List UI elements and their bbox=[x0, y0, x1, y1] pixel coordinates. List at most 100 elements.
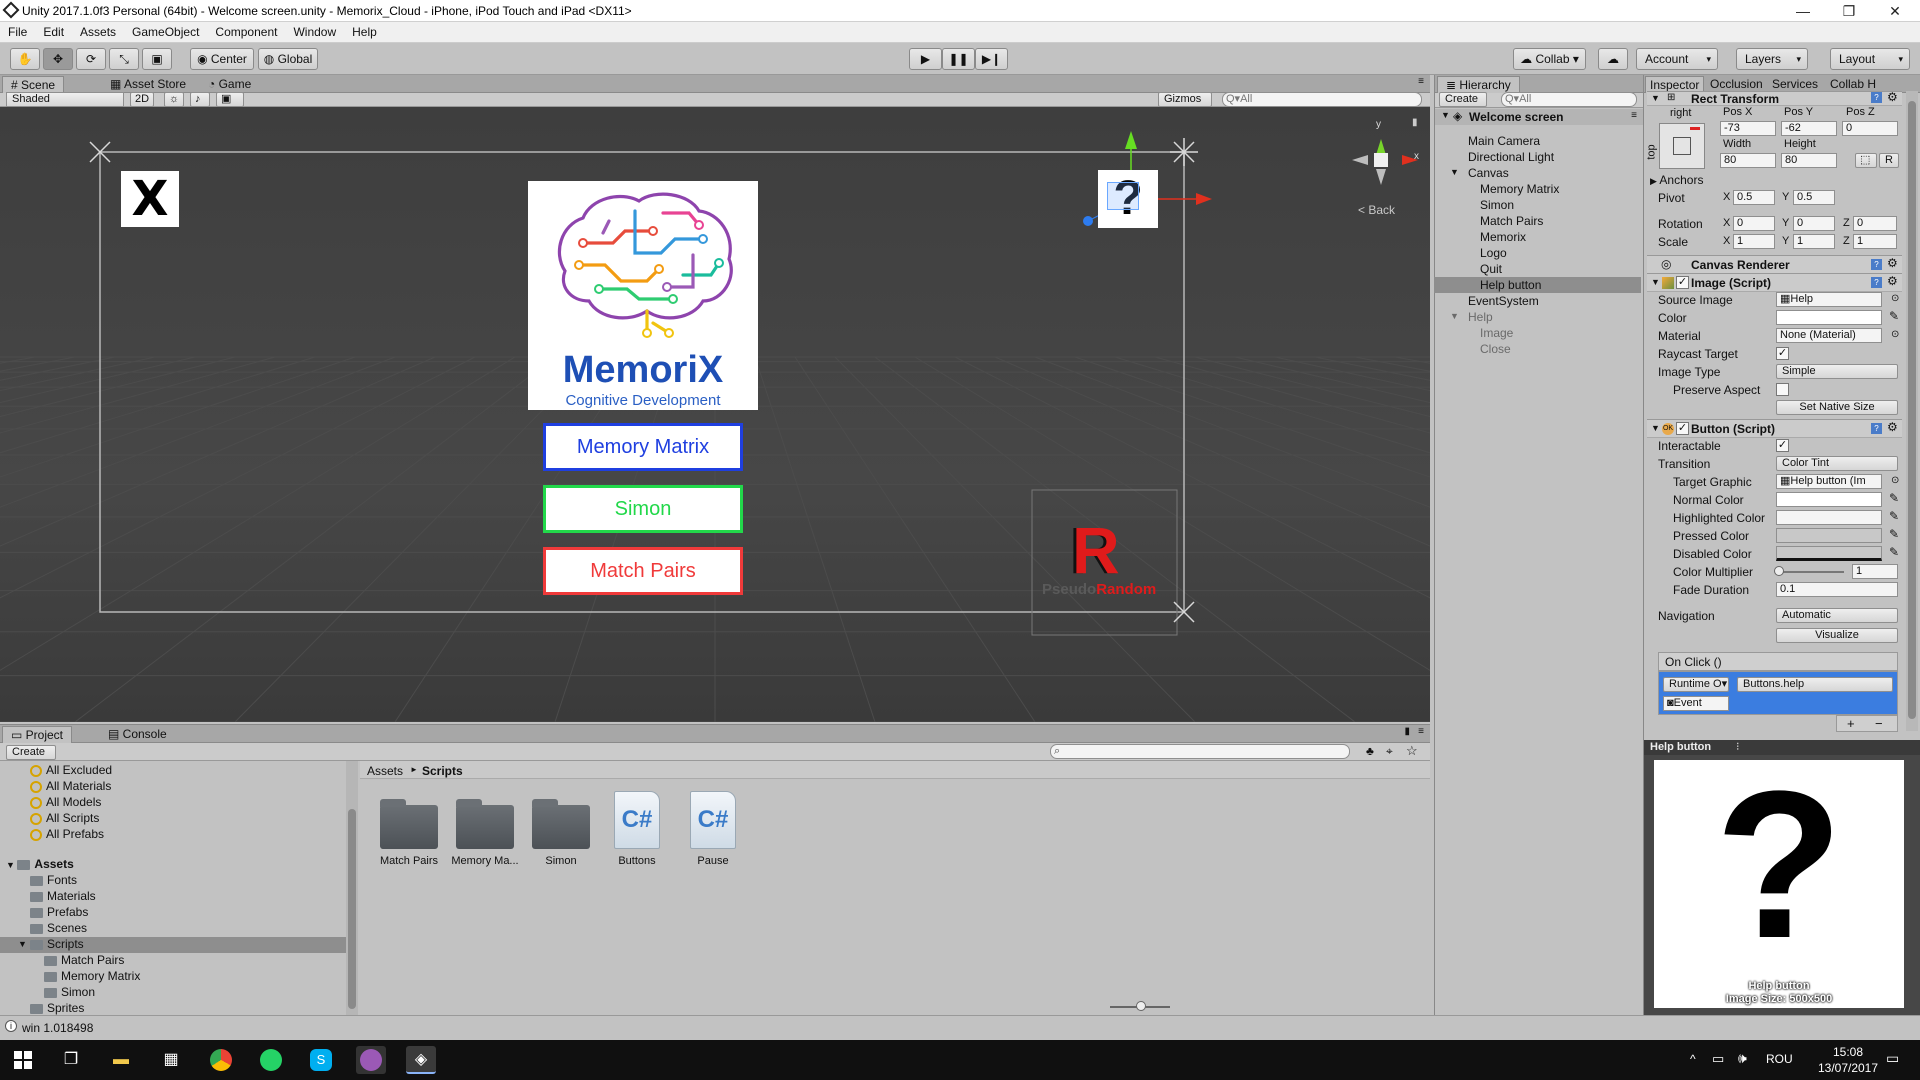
anchor-presets-button[interactable] bbox=[1659, 123, 1705, 169]
notifications-icon[interactable]: ▭ bbox=[1886, 1050, 1899, 1067]
filter-label-icon[interactable]: ⌖ bbox=[1386, 744, 1393, 759]
transition-dropdown[interactable]: Color Tint bbox=[1776, 456, 1898, 471]
back-label[interactable]: < Back bbox=[1358, 203, 1395, 217]
shading-dropdown[interactable]: Shaded bbox=[6, 92, 124, 107]
network-icon[interactable]: ▭ bbox=[1712, 1051, 1724, 1067]
cloud-services-button[interactable]: ☁ bbox=[1598, 48, 1628, 70]
scale-tool-button[interactable]: ⤡ bbox=[109, 48, 139, 70]
hierarchy-item[interactable]: Image bbox=[1434, 325, 1641, 341]
scene-search-input[interactable]: Q▾All bbox=[1222, 92, 1422, 107]
inspector-scrollbar[interactable] bbox=[1906, 91, 1918, 731]
scale-x-field[interactable]: 1 bbox=[1733, 234, 1775, 249]
expand-arrow-icon[interactable]: ▼ bbox=[1441, 110, 1450, 120]
calculator-icon[interactable]: ▦ bbox=[156, 1046, 186, 1074]
hierarchy-item[interactable]: Match Pairs bbox=[1434, 213, 1641, 229]
status-message[interactable]: win 1.018498 bbox=[22, 1021, 93, 1035]
color-swatch[interactable] bbox=[1776, 310, 1882, 325]
pos-y-field[interactable]: -62 bbox=[1781, 121, 1837, 136]
set-native-size-button[interactable]: Set Native Size bbox=[1776, 400, 1898, 415]
rect-tool-button[interactable]: ▣ bbox=[142, 48, 172, 70]
event-object-field[interactable]: ◙Event bbox=[1663, 696, 1729, 711]
tab-game[interactable]: ◔ Game bbox=[200, 76, 259, 93]
project-folder-item[interactable]: Memory Matrix bbox=[0, 969, 346, 985]
remove-event-button[interactable]: − bbox=[1875, 716, 1883, 731]
play-button[interactable]: ▶ bbox=[909, 48, 942, 70]
expand-arrow-icon[interactable]: ▼ bbox=[1450, 311, 1459, 321]
close-window-button[interactable]: ✕ bbox=[1872, 0, 1918, 22]
panel-menu-icon[interactable]: ≡ bbox=[1418, 76, 1424, 87]
tray-chevron-icon[interactable]: ^ bbox=[1690, 1052, 1696, 1066]
slider-thumb[interactable] bbox=[1774, 566, 1784, 576]
raw-edit-button[interactable]: R bbox=[1879, 153, 1899, 168]
hierarchy-item[interactable]: Quit bbox=[1434, 261, 1641, 277]
rect-transform-header[interactable]: ▼ ⊞ Rect Transform ? ⚙ bbox=[1647, 90, 1902, 106]
pivot-x-field[interactable]: 0.5 bbox=[1733, 190, 1775, 205]
scale-y-field[interactable]: 1 bbox=[1793, 234, 1835, 249]
step-button[interactable]: ▶❙ bbox=[975, 48, 1008, 70]
project-folder-item[interactable]: Scenes bbox=[0, 921, 346, 937]
disabled-color-swatch[interactable] bbox=[1776, 546, 1882, 561]
image-type-dropdown[interactable]: Simple bbox=[1776, 364, 1898, 379]
account-dropdown[interactable]: Account ▾ bbox=[1636, 48, 1718, 70]
lock-icon[interactable]: ▮ bbox=[1412, 117, 1418, 128]
hierarchy-item[interactable]: Simon bbox=[1434, 197, 1641, 213]
menu-help[interactable]: Help bbox=[344, 22, 385, 42]
pos-z-field[interactable]: 0 bbox=[1842, 121, 1898, 136]
project-folder-item[interactable]: Match Pairs bbox=[0, 953, 346, 969]
tab-scene[interactable]: # Scene bbox=[2, 76, 65, 93]
chrome-icon[interactable] bbox=[206, 1046, 236, 1074]
add-event-button[interactable]: + bbox=[1847, 716, 1855, 731]
pause-button[interactable]: ❚❚ bbox=[942, 48, 975, 70]
project-folder-item[interactable]: Fonts bbox=[0, 873, 346, 889]
scene-menu-icon[interactable]: ≡ bbox=[1631, 110, 1637, 121]
match-pairs-button[interactable]: Match Pairs bbox=[543, 547, 743, 595]
gear-icon[interactable]: ⚙ bbox=[1887, 256, 1898, 270]
runtime-dropdown[interactable]: Runtime O▾ bbox=[1663, 677, 1729, 692]
function-dropdown[interactable]: Buttons.help bbox=[1737, 677, 1893, 692]
normal-color-swatch[interactable] bbox=[1776, 492, 1882, 507]
scale-z-field[interactable]: 1 bbox=[1853, 234, 1897, 249]
audio-toggle[interactable]: ♪ bbox=[190, 92, 210, 107]
lighting-toggle[interactable]: ☼ bbox=[164, 92, 184, 107]
scrollbar-thumb[interactable] bbox=[1908, 101, 1916, 719]
gear-icon[interactable]: ⚙ bbox=[1887, 420, 1898, 434]
project-folder-item[interactable]: Materials bbox=[0, 889, 346, 905]
image-script-header[interactable]: ▼ ✓ Image (Script) ? ⚙ bbox=[1647, 273, 1902, 292]
preserve-aspect-checkbox[interactable] bbox=[1776, 383, 1789, 396]
object-picker-icon[interactable]: ⊙ bbox=[1891, 329, 1899, 340]
tab-asset-store[interactable]: ▦ Asset Store bbox=[102, 76, 194, 93]
assets-root-item[interactable]: ▼ Assets bbox=[6, 857, 74, 871]
help-icon[interactable]: ? bbox=[1871, 423, 1882, 434]
pivot-center-toggle[interactable]: ◉ Center bbox=[190, 48, 254, 70]
asset-folder[interactable]: Memory Ma... bbox=[445, 789, 525, 869]
navigation-dropdown[interactable]: Automatic bbox=[1776, 608, 1898, 623]
asset-folder[interactable]: Match Pairs bbox=[369, 789, 449, 869]
expand-arrow-icon[interactable]: ▼ bbox=[18, 939, 27, 949]
color-multiplier-slider[interactable] bbox=[1778, 571, 1844, 573]
material-field[interactable]: None (Material) bbox=[1776, 328, 1882, 343]
skype-icon[interactable]: S bbox=[306, 1046, 336, 1074]
visual-studio-icon[interactable] bbox=[356, 1046, 386, 1074]
global-toggle[interactable]: ◍ Global bbox=[258, 48, 318, 70]
hierarchy-item[interactable]: ▼ Help bbox=[1434, 309, 1641, 325]
object-picker-icon[interactable]: ⊙ bbox=[1891, 293, 1899, 304]
asset-script[interactable]: C# Buttons bbox=[597, 789, 677, 869]
gizmos-dropdown[interactable]: Gizmos bbox=[1158, 92, 1212, 107]
layout-dropdown[interactable]: Layout ▾ bbox=[1830, 48, 1910, 70]
hierarchy-search-input[interactable]: Q▾All bbox=[1501, 92, 1637, 107]
file-explorer-icon[interactable]: ▬ bbox=[106, 1046, 136, 1074]
whatsapp-icon[interactable] bbox=[256, 1046, 286, 1074]
eyedropper-icon[interactable]: ✎ bbox=[1889, 545, 1899, 559]
eyedropper-icon[interactable]: ✎ bbox=[1889, 527, 1899, 541]
favorite-item[interactable]: All Excluded bbox=[30, 763, 112, 777]
project-folder-item[interactable]: ▼ Scripts bbox=[0, 937, 346, 953]
filter-type-icon[interactable]: ♣ bbox=[1366, 744, 1374, 758]
hierarchy-item[interactable]: Help button bbox=[1434, 277, 1641, 293]
hierarchy-item[interactable]: EventSystem bbox=[1434, 293, 1641, 309]
project-folder-item[interactable]: Simon bbox=[0, 985, 346, 1001]
interactable-checkbox[interactable]: ✓ bbox=[1776, 439, 1789, 452]
asset-script[interactable]: C# Pause bbox=[673, 789, 753, 869]
breadcrumb-scripts[interactable]: Scripts bbox=[422, 764, 463, 778]
menu-file[interactable]: File bbox=[0, 22, 35, 42]
visualize-button[interactable]: Visualize bbox=[1776, 628, 1898, 643]
